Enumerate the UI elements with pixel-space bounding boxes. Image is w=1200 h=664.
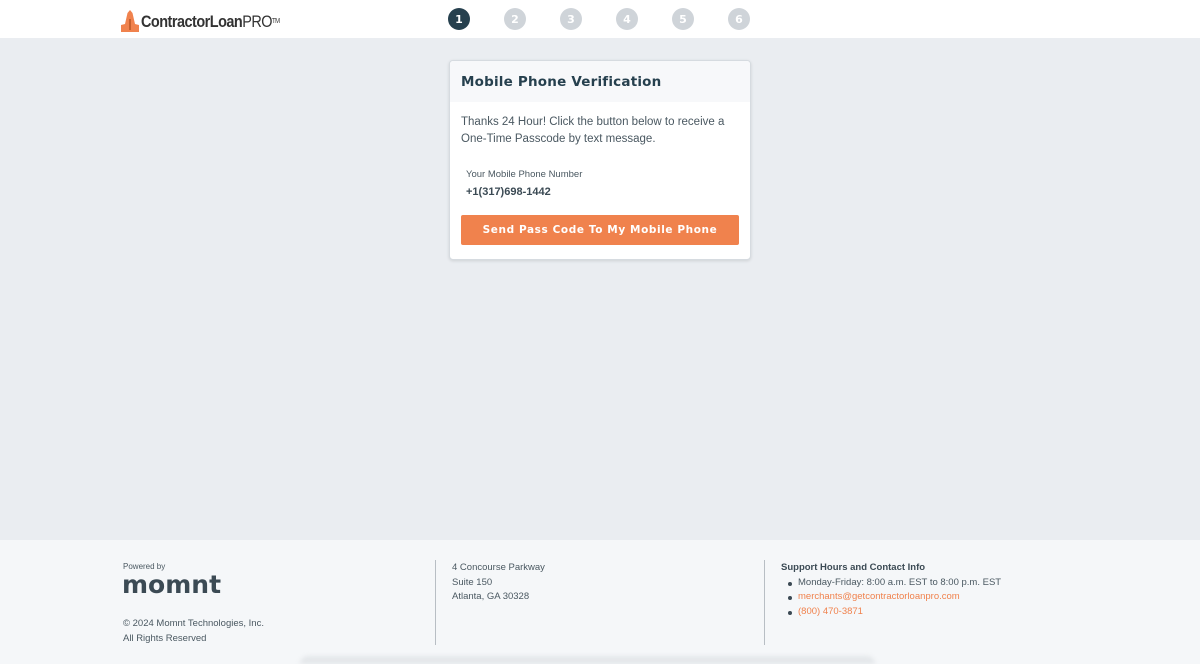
bottom-shadow <box>300 656 875 664</box>
step-4: 4 <box>616 8 638 30</box>
card-header: Mobile Phone Verification <box>450 61 750 102</box>
card-title: Mobile Phone Verification <box>461 74 662 90</box>
address-block: 4 Concourse Parkway Suite 150 Atlanta, G… <box>452 561 545 605</box>
step-6: 6 <box>728 8 750 30</box>
footer: Powered by momnt © 2024 Momnt Technologi… <box>0 540 1200 664</box>
copyright-text: © 2024 Momnt Technologies, Inc. <box>123 618 264 629</box>
momnt-logo[interactable]: momnt <box>122 570 221 599</box>
logo-brand-pro: PRO <box>242 12 273 31</box>
logo-brand-main: ContractorLoan <box>141 12 243 31</box>
support-phone-item: (800) 470-3871 <box>787 605 1001 620</box>
step-2: 2 <box>504 8 526 30</box>
support-list: Monday-Friday: 8:00 a.m. EST to 8:00 p.m… <box>787 576 1001 620</box>
support-email-link[interactable]: merchants@getcontractorloanpro.com <box>798 591 960 602</box>
hard-hat-icon <box>121 10 139 32</box>
step-3: 3 <box>560 8 582 30</box>
footer-divider <box>764 560 765 645</box>
send-passcode-button[interactable]: Send Pass Code To My Mobile Phone <box>461 215 739 245</box>
card-body: Thanks 24 Hour! Click the button below t… <box>450 102 750 245</box>
intro-text: Thanks 24 Hour! Click the button below t… <box>461 116 725 145</box>
rights-text: All Rights Reserved <box>123 633 207 644</box>
phone-label: Your Mobile Phone Number <box>466 169 583 180</box>
logo-text: ContractorLoanPROTM <box>141 12 280 32</box>
contractorloanpro-logo[interactable]: ContractorLoanPROTM <box>120 8 304 32</box>
support-block: Support Hours and Contact Info Monday-Fr… <box>781 561 1001 619</box>
logo-trademark: TM <box>272 18 280 25</box>
address-line-2: Suite 150 <box>452 576 493 588</box>
verification-card: Mobile Phone Verification Thanks 24 Hour… <box>449 60 751 260</box>
step-5: 5 <box>672 8 694 30</box>
support-title: Support Hours and Contact Info <box>781 562 926 573</box>
address-line-1: 4 Concourse Parkway <box>452 562 545 573</box>
address-line-3: Atlanta, GA 30328 <box>452 591 530 602</box>
progress-steps: 1 2 3 4 5 6 <box>448 8 784 30</box>
support-email-item: merchants@getcontractorloanpro.com <box>787 590 1001 605</box>
top-header: ContractorLoanPROTM 1 2 3 4 5 6 <box>0 0 1200 38</box>
footer-divider <box>435 560 436 645</box>
phone-value: +1(317)698-1442 <box>466 186 551 198</box>
step-1: 1 <box>448 8 470 30</box>
support-phone-link[interactable]: (800) 470-3871 <box>798 606 863 617</box>
support-hours: Monday-Friday: 8:00 a.m. EST to 8:00 p.m… <box>787 576 1001 591</box>
